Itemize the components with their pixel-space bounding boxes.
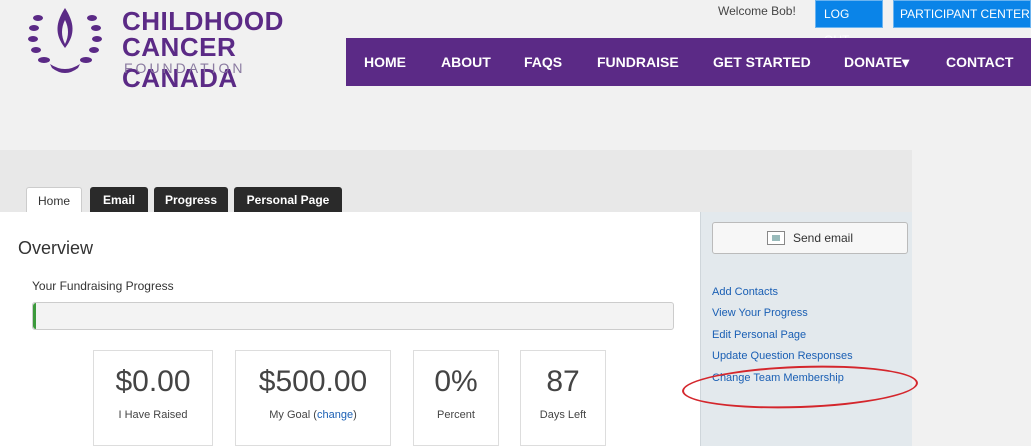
nav-get-started[interactable]: GET STARTED xyxy=(713,54,811,70)
page-title: Overview xyxy=(18,238,94,258)
nav-donate[interactable]: DONATE▾ xyxy=(844,54,909,71)
logo[interactable]: CHILDHOOD CANCER CANADA FOUNDATION xyxy=(18,2,338,93)
sidebar: Send email Add Contacts View Your Progre… xyxy=(700,212,912,446)
sidebar-link-add-contacts[interactable]: Add Contacts xyxy=(712,286,778,298)
stat-raised-label: I Have Raised xyxy=(118,409,188,421)
sidebar-link-edit-personal-page[interactable]: Edit Personal Page xyxy=(712,329,806,341)
stat-goal-label-wrap: My Goal (change) xyxy=(269,409,357,421)
stat-goal-label: My Goal xyxy=(269,409,311,421)
stat-goal: $500.00 My Goal (change) xyxy=(235,350,391,446)
stat-percent-label: Percent xyxy=(437,409,475,421)
nav-faqs[interactable]: FAQS xyxy=(524,54,562,70)
logout-button[interactable]: LOG OUT xyxy=(815,0,883,47)
tab-progress[interactable]: Progress xyxy=(154,187,228,213)
stat-percent: 0% Percent xyxy=(413,350,499,446)
nav-fundraise[interactable]: FUNDRAISE xyxy=(597,54,679,70)
nav-donate-label: DONATE xyxy=(844,54,903,70)
stat-percent-value: 0% xyxy=(434,365,478,398)
tab-email[interactable]: Email xyxy=(90,187,148,213)
page: CHILDHOOD CANCER CANADA FOUNDATION Welco… xyxy=(0,0,1031,446)
progress-fill xyxy=(33,303,36,329)
nav-home[interactable]: HOME xyxy=(364,54,406,70)
send-email-button[interactable]: Send email xyxy=(712,222,908,254)
sidebar-link-update-question-responses[interactable]: Update Question Responses xyxy=(712,350,853,362)
stat-days-label: Days Left xyxy=(539,409,587,421)
flame-laurel-icon xyxy=(28,8,102,73)
send-email-label: Send email xyxy=(792,231,854,245)
change-goal-link[interactable]: change xyxy=(317,409,353,421)
tab-personal-page[interactable]: Personal Page xyxy=(234,187,342,213)
tab-home[interactable]: Home xyxy=(26,187,82,213)
welcome-message: Welcome Bob! xyxy=(718,4,796,18)
nav-about[interactable]: ABOUT xyxy=(441,54,491,70)
stat-days-left: 87 Days Left xyxy=(520,350,606,446)
chevron-down-icon: ▾ xyxy=(902,54,910,70)
mail-icon xyxy=(766,231,785,245)
main-nav: HOME ABOUT FAQS FUNDRAISE GET STARTED DO… xyxy=(346,38,1031,86)
overview-panel: Overview Your Fundraising Progress $0.00… xyxy=(0,212,700,446)
stat-raised: $0.00 I Have Raised xyxy=(93,350,213,446)
nav-contact[interactable]: CONTACT xyxy=(946,54,1013,70)
stat-raised-value: $0.00 xyxy=(115,365,191,398)
logo-line-3: FOUNDATION xyxy=(124,60,246,76)
participant-center-button[interactable]: PARTICIPANT CENTER xyxy=(893,0,1031,28)
sidebar-link-view-progress[interactable]: View Your Progress xyxy=(712,307,808,319)
progress-label: Your Fundraising Progress xyxy=(32,279,174,293)
fundraising-progress-bar xyxy=(32,302,674,330)
stat-goal-value: $500.00 xyxy=(258,365,368,398)
stat-days-value: 87 xyxy=(546,365,580,398)
